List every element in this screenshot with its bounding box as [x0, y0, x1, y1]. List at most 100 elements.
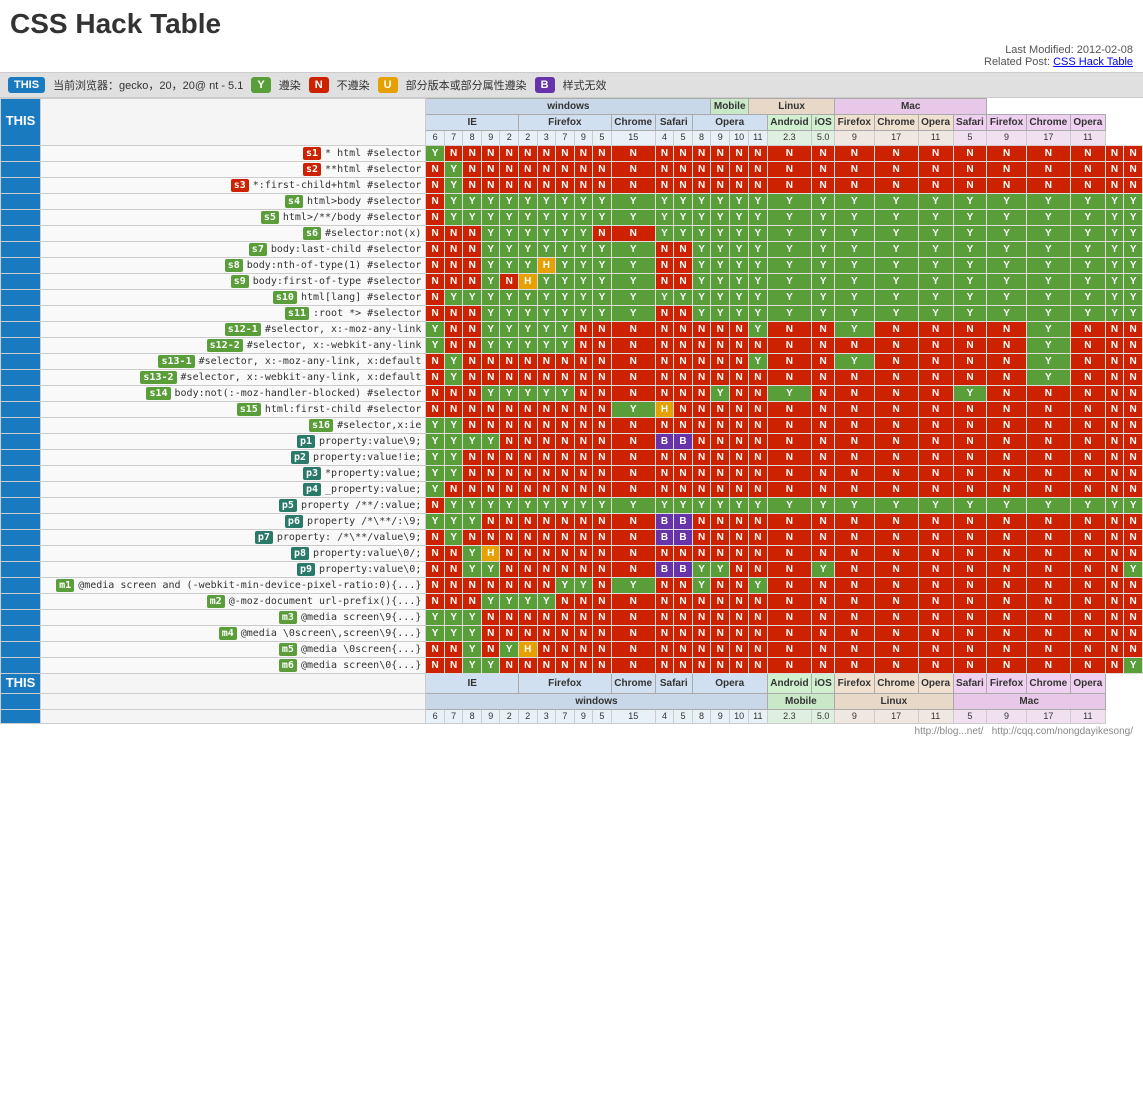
- data-cell: N: [1124, 337, 1143, 353]
- data-cell: Y: [749, 577, 768, 593]
- data-cell: N: [1124, 465, 1143, 481]
- data-cell: N: [655, 609, 674, 625]
- this-col-cell: [1, 465, 41, 481]
- data-cell: N: [463, 241, 482, 257]
- data-cell: N: [537, 657, 556, 673]
- row-label: s15html:first-child #selector: [41, 401, 426, 417]
- safari-sub-header: Safari: [655, 115, 692, 131]
- data-cell: N: [593, 593, 612, 609]
- data-cell: N: [574, 609, 593, 625]
- data-cell: Y: [835, 321, 874, 337]
- data-cell: N: [655, 161, 674, 177]
- data-cell: N: [767, 145, 812, 161]
- data-cell: N: [730, 481, 749, 497]
- row-label: p6property /*\**/:\9;: [41, 513, 426, 529]
- data-cell: N: [500, 561, 519, 577]
- data-cell: Y: [426, 465, 445, 481]
- data-cell: N: [537, 545, 556, 561]
- data-cell: N: [874, 433, 918, 449]
- data-cell: Y: [556, 385, 575, 401]
- data-cell: N: [953, 161, 987, 177]
- data-cell: Y: [593, 305, 612, 321]
- data-cell: N: [918, 353, 953, 369]
- data-cell: N: [767, 353, 812, 369]
- data-cell: N: [730, 369, 749, 385]
- browser-label: 当前浏览器：gecko，20，20@ nt - 5.1: [53, 77, 243, 93]
- data-cell: Y: [1124, 305, 1143, 321]
- data-cell: N: [426, 385, 445, 401]
- data-cell: Y: [767, 241, 812, 257]
- data-cell: N: [730, 417, 749, 433]
- data-cell: Y: [1124, 257, 1143, 273]
- data-cell: N: [611, 385, 655, 401]
- data-cell: Y: [463, 641, 482, 657]
- data-cell: N: [835, 177, 874, 193]
- data-cell: N: [593, 625, 612, 641]
- data-cell: N: [1105, 401, 1124, 417]
- data-cell: Y: [692, 289, 711, 305]
- data-cell: Y: [711, 241, 730, 257]
- data-cell: N: [481, 161, 500, 177]
- data-cell: N: [519, 465, 538, 481]
- row-label: m4@media \0screen\,screen\9{...}: [41, 625, 426, 641]
- data-cell: N: [1124, 401, 1143, 417]
- data-cell: Y: [426, 321, 445, 337]
- data-cell: N: [767, 561, 812, 577]
- data-cell: N: [953, 145, 987, 161]
- data-cell: N: [730, 641, 749, 657]
- data-cell: N: [953, 321, 987, 337]
- data-cell: H: [519, 641, 538, 657]
- data-cell: N: [1105, 465, 1124, 481]
- data-cell: Y: [500, 193, 519, 209]
- data-cell: N: [593, 529, 612, 545]
- data-cell: N: [500, 433, 519, 449]
- data-cell: Y: [874, 209, 918, 225]
- data-cell: N: [463, 417, 482, 433]
- data-cell: Y: [426, 609, 445, 625]
- data-cell: Y: [1026, 353, 1070, 369]
- data-cell: N: [812, 353, 835, 369]
- data-cell: N: [655, 417, 674, 433]
- data-cell: Y: [537, 289, 556, 305]
- data-cell: N: [987, 433, 1026, 449]
- data-cell: N: [593, 417, 612, 433]
- data-cell: N: [1105, 161, 1124, 177]
- data-cell: N: [556, 161, 575, 177]
- data-cell: Y: [593, 209, 612, 225]
- data-cell: B: [674, 513, 693, 529]
- this-col-cell: [1, 257, 41, 273]
- data-cell: N: [1070, 369, 1105, 385]
- data-cell: N: [674, 257, 693, 273]
- data-cell: N: [481, 513, 500, 529]
- data-cell: N: [1124, 369, 1143, 385]
- data-cell: Y: [767, 289, 812, 305]
- data-cell: N: [674, 145, 693, 161]
- data-cell: N: [444, 145, 463, 161]
- data-cell: Y: [730, 241, 749, 257]
- data-cell: N: [1070, 145, 1105, 161]
- data-cell: Y: [500, 305, 519, 321]
- data-cell: Y: [1026, 193, 1070, 209]
- this-col-cell: [1, 513, 41, 529]
- data-cell: N: [1070, 433, 1105, 449]
- data-cell: N: [730, 513, 749, 529]
- this-col-cell: [1, 625, 41, 641]
- data-cell: N: [537, 161, 556, 177]
- data-cell: N: [987, 401, 1026, 417]
- data-cell: N: [655, 481, 674, 497]
- mac-ff-sub-header: Firefox: [987, 115, 1026, 131]
- data-cell: N: [749, 337, 768, 353]
- data-cell: Y: [812, 257, 835, 273]
- data-cell: Y: [692, 497, 711, 513]
- data-cell: N: [574, 545, 593, 561]
- table-row: s2**html #selectorNYNNNNNNNNNNNNNNNNNNNN…: [1, 161, 1143, 177]
- data-cell: N: [481, 145, 500, 161]
- mac-opera-sub-header: Opera: [1070, 115, 1105, 131]
- data-cell: N: [874, 529, 918, 545]
- data-cell: N: [1124, 161, 1143, 177]
- data-cell: Y: [749, 257, 768, 273]
- data-cell: N: [674, 417, 693, 433]
- this-col-cell: [1, 209, 41, 225]
- data-cell: N: [574, 593, 593, 609]
- data-cell: N: [611, 657, 655, 673]
